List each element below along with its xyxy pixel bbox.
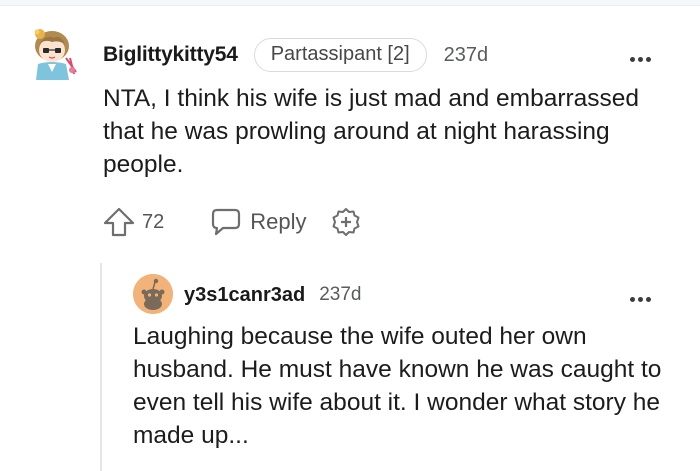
reply-user-avatar[interactable] [133, 274, 173, 314]
upvote-button[interactable]: 72 [102, 206, 164, 238]
thread-line[interactable] [100, 263, 102, 471]
award-button[interactable] [331, 207, 361, 237]
comment: Biglittykitty54 Partassipant [2] 237d NT… [0, 0, 700, 260]
avatar-illustration [34, 29, 77, 80]
reply-age: 237d [319, 284, 362, 305]
reply-username[interactable]: y3s1canr3ad [184, 284, 305, 307]
vote-count: 72 [142, 210, 165, 233]
comment-actions: 72 Reply [102, 203, 361, 241]
comment-body: NTA, I think his wife is just mad and em… [103, 85, 640, 178]
user-flair: Partassipant [2] [253, 38, 427, 72]
comment-age: 237d [443, 43, 489, 66]
more-options-icon[interactable] [630, 49, 658, 62]
reply-label: Reply [250, 209, 307, 234]
reply-button[interactable]: Reply [210, 207, 307, 237]
username[interactable]: Biglittykitty54 [103, 43, 238, 67]
more-options-icon[interactable] [630, 289, 658, 302]
award-plus-icon [332, 208, 359, 236]
user-avatar[interactable] [28, 24, 80, 80]
reply-bubble-icon [212, 208, 241, 236]
reply-header: y3s1canr3ad 237d [184, 280, 361, 310]
upvote-icon [103, 207, 135, 237]
snoo-avatar-icon [133, 274, 173, 314]
comment-header: Biglittykitty54 Partassipant [2] 237d [103, 36, 488, 74]
reply-body: Laughing because the wife outed her own … [133, 323, 662, 449]
